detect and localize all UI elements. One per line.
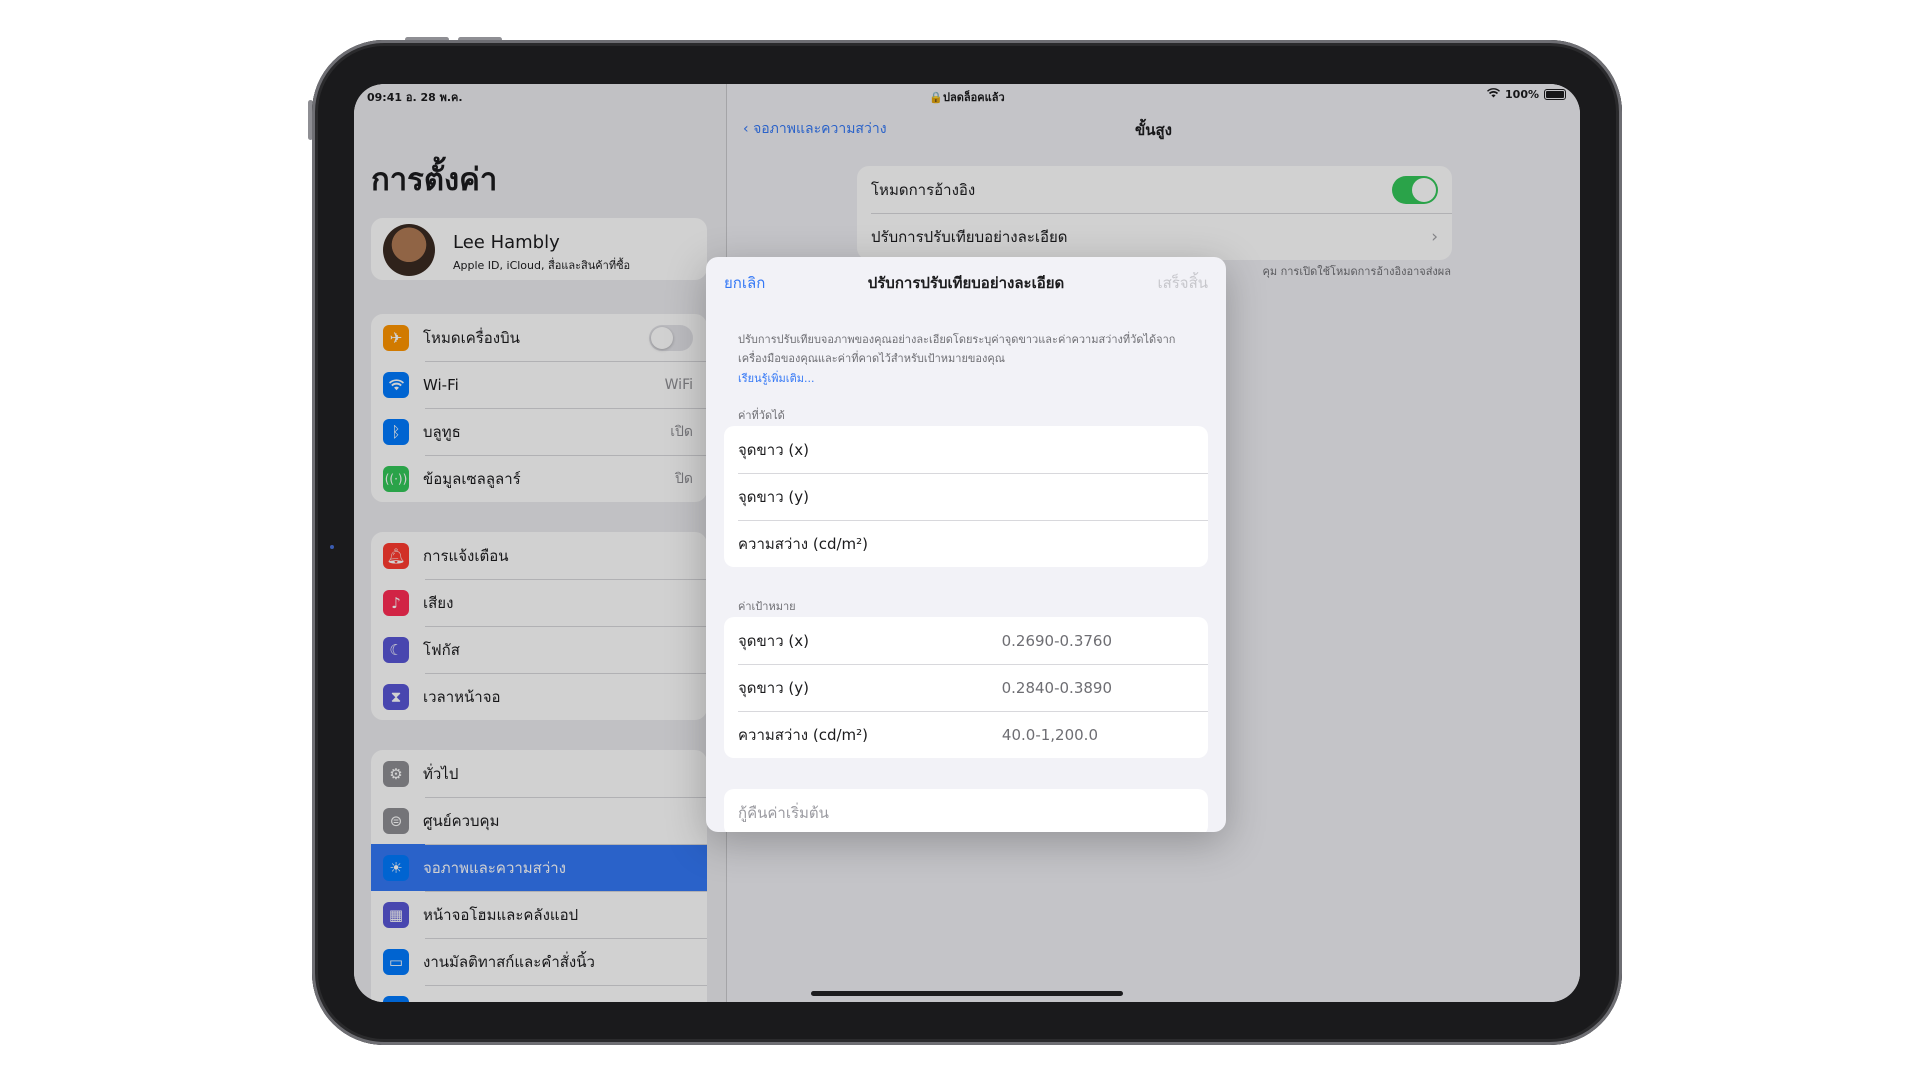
measured-luminance-field[interactable]: ความสว่าง (cd/m²): [724, 520, 1208, 567]
field-label: จุดขาว (y): [738, 678, 809, 697]
field-label: ความสว่าง (cd/m²): [738, 534, 869, 553]
measured-white-x-field[interactable]: จุดขาว (x): [724, 426, 1208, 473]
measured-header: ค่าที่วัดได้: [738, 409, 785, 422]
field-placeholder: 40.0-1,200.0: [1001, 725, 1098, 744]
measured-group: จุดขาว (x) จุดขาว (y) ความสว่าง (cd/m²): [724, 426, 1208, 567]
target-white-x-field[interactable]: จุดขาว (x) 0.2690-0.3760: [724, 617, 1208, 664]
camera-dot: [330, 545, 334, 549]
field-placeholder: 0.2690-0.3760: [1001, 631, 1112, 650]
field-label: จุดขาว (x): [738, 440, 809, 459]
field-label: จุดขาว (y): [738, 487, 809, 506]
home-indicator[interactable]: [811, 991, 1123, 996]
target-group: จุดขาว (x) 0.2690-0.3760 จุดขาว (y) 0.28…: [724, 617, 1208, 758]
modal-title: ปรับการปรับเทียบอย่างละเอียด: [867, 274, 1065, 292]
field-label: ความสว่าง (cd/m²): [738, 725, 869, 744]
target-luminance-field[interactable]: ความสว่าง (cd/m²) 40.0-1,200.0: [724, 711, 1208, 758]
fine-tune-modal: ยกเลิก ปรับการปรับเทียบอย่างละเอียด เสร็…: [706, 257, 1226, 832]
target-header: ค่าเป้าหมาย: [738, 600, 796, 613]
field-label: จุดขาว (x): [738, 631, 809, 650]
learn-more-link[interactable]: เรียนรู้เพิ่มเติม...: [738, 369, 814, 387]
reset-defaults-button[interactable]: กู้คืนค่าเริ่มต้น: [724, 789, 1208, 832]
field-placeholder: 0.2840-0.3890: [1001, 678, 1112, 697]
done-button[interactable]: เสร็จสิ้น: [1157, 271, 1208, 295]
target-white-y-field[interactable]: จุดขาว (y) 0.2840-0.3890: [724, 664, 1208, 711]
modal-description: ปรับการปรับเทียบจอภาพของคุณอย่างละเอียดโ…: [738, 333, 1176, 365]
reset-group: กู้คืนค่าเริ่มต้น: [724, 789, 1208, 832]
measured-white-y-field[interactable]: จุดขาว (y): [724, 473, 1208, 520]
